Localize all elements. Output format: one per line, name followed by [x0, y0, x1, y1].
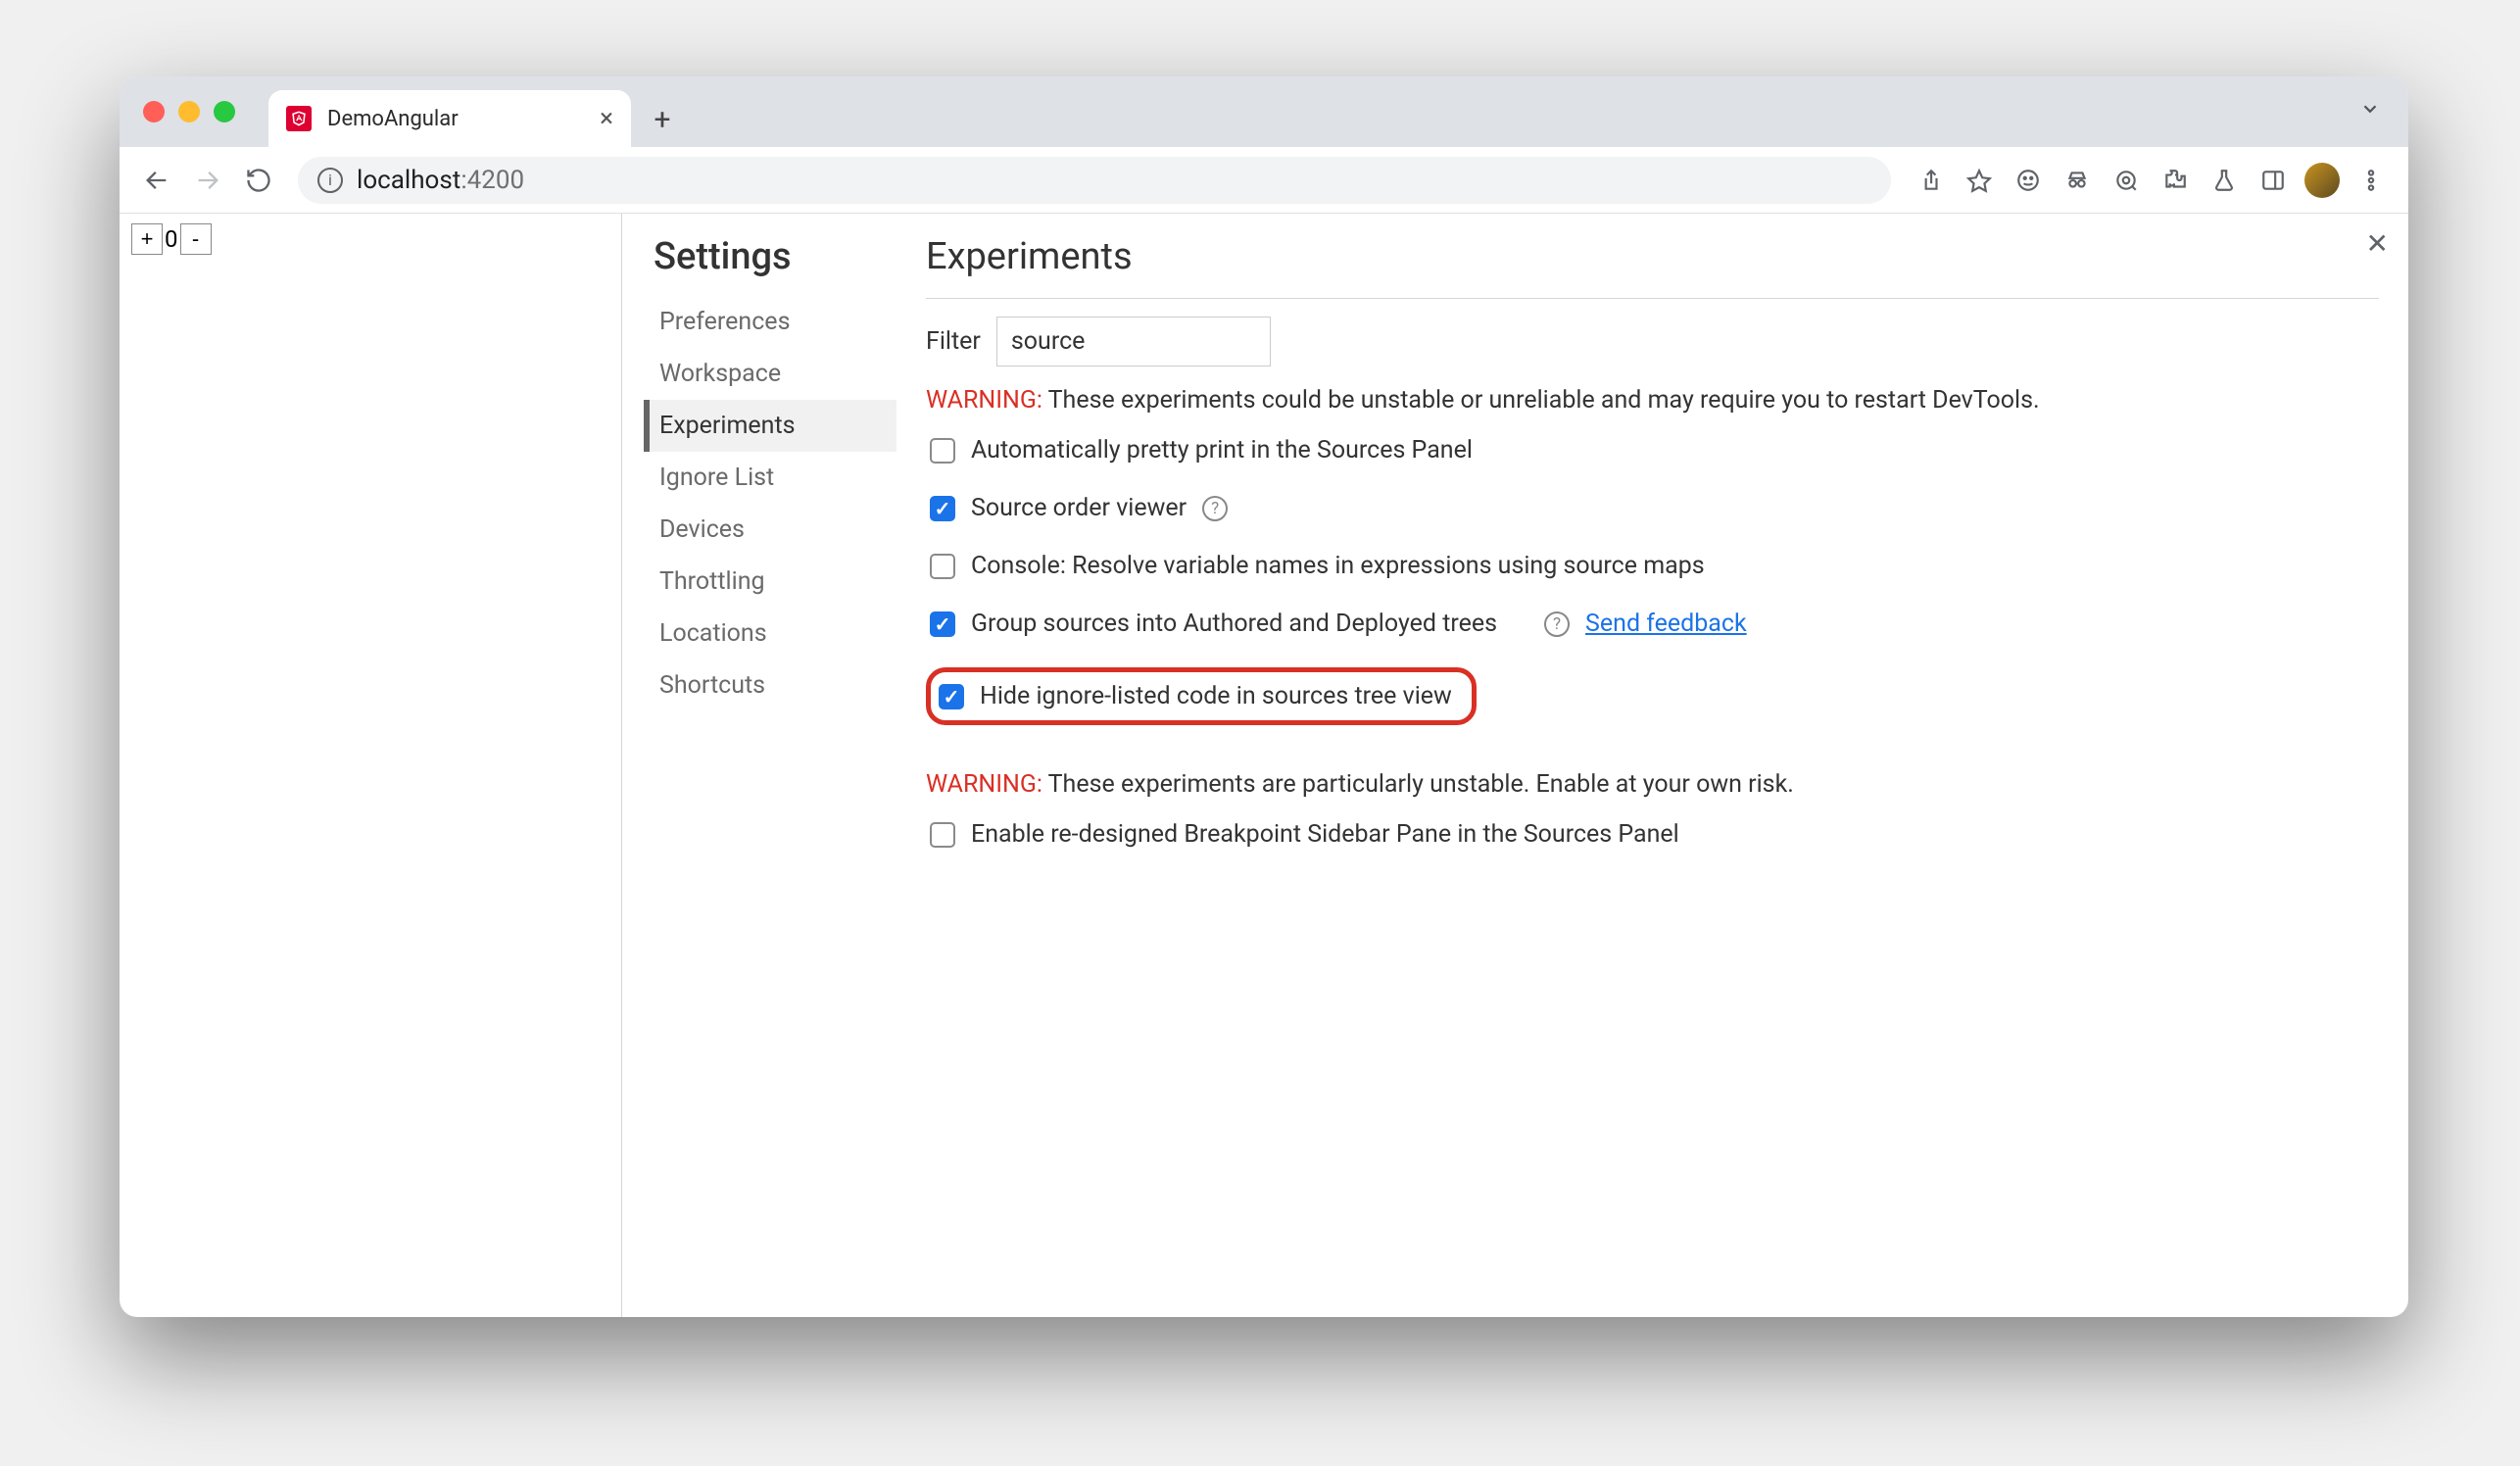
window-zoom-dot[interactable] — [214, 101, 235, 122]
site-info-icon[interactable]: i — [317, 168, 343, 193]
sidebar-item-throttling[interactable]: Throttling — [644, 556, 897, 608]
warning-unstable: WARNING: These experiments could be unst… — [926, 386, 2379, 415]
side-panel-icon[interactable] — [2252, 159, 2295, 202]
extension-incognito-icon[interactable] — [2056, 159, 2099, 202]
experiment-row: Console: Resolve variable names in expre… — [930, 552, 2379, 580]
experiment-row: Automatically pretty print in the Source… — [930, 436, 2379, 464]
experiments-panel: Experiments Filter WARNING: These experi… — [897, 214, 2408, 1317]
highlighted-experiment: Hide ignore-listed code in sources tree … — [926, 667, 1477, 725]
sidebar-item-locations[interactable]: Locations — [644, 608, 897, 660]
warning-risky: WARNING: These experiments are particula… — [926, 770, 2379, 799]
browser-window: DemoAngular × + i localhost:4200 — [120, 76, 2408, 1317]
browser-tab[interactable]: DemoAngular × — [268, 90, 631, 147]
experiment-row: Group sources into Authored and Deployed… — [930, 610, 2379, 638]
tabstrip: DemoAngular × + — [268, 76, 2344, 147]
extension-target-icon[interactable] — [2105, 159, 2148, 202]
experiment-checkbox[interactable] — [930, 496, 955, 521]
new-tab-button[interactable]: + — [643, 100, 682, 139]
close-tab-icon[interactable]: × — [600, 106, 613, 131]
experiment-checkbox[interactable] — [930, 822, 955, 848]
sidebar-item-devices[interactable]: Devices — [644, 504, 897, 556]
tabs-dropdown-icon[interactable] — [2359, 98, 2381, 125]
send-feedback-link[interactable]: Send feedback — [1585, 610, 1747, 638]
counter-value: 0 — [163, 225, 180, 253]
experiment-checkbox[interactable] — [939, 684, 964, 709]
counter-widget: + 0 - — [131, 223, 611, 255]
toolbar: i localhost:4200 — [120, 147, 2408, 214]
experiment-checkbox[interactable] — [930, 554, 955, 579]
decrement-button[interactable]: - — [180, 223, 212, 255]
experiment-label: Console: Resolve variable names in expre… — [971, 552, 1705, 580]
divider — [926, 298, 2379, 299]
close-settings-icon[interactable]: ✕ — [2366, 227, 2389, 260]
filter-input[interactable] — [996, 317, 1271, 366]
extensions-puzzle-icon[interactable] — [2154, 159, 2197, 202]
devtools-settings: ✕ Settings Preferences Workspace Experim… — [622, 214, 2408, 1317]
experiment-checkbox[interactable] — [930, 438, 955, 464]
tab-title: DemoAngular — [327, 107, 584, 131]
panel-heading: Experiments — [926, 235, 2379, 278]
sidebar-item-ignore-list[interactable]: Ignore List — [644, 452, 897, 504]
address-bar[interactable]: i localhost:4200 — [298, 157, 1891, 204]
extension-face-icon[interactable] — [2007, 159, 2050, 202]
angular-icon — [286, 106, 312, 131]
menu-dots-icon[interactable] — [2350, 159, 2393, 202]
reload-button[interactable] — [237, 159, 280, 202]
sidebar-item-workspace[interactable]: Workspace — [644, 348, 897, 400]
experiment-label: Source order viewer — [971, 494, 1187, 522]
experiment-label: Hide ignore-listed code in sources tree … — [980, 682, 1452, 710]
window-minimize-dot[interactable] — [178, 101, 200, 122]
page-pane: + 0 - — [120, 214, 622, 1317]
experiment-label: Enable re-designed Breakpoint Sidebar Pa… — [971, 820, 1679, 849]
window-close-dot[interactable] — [143, 101, 165, 122]
sidebar-item-shortcuts[interactable]: Shortcuts — [644, 660, 897, 711]
toolbar-actions — [1909, 159, 2393, 202]
filter-label: Filter — [926, 327, 981, 356]
content-area: + 0 - ✕ Settings Preferences Workspace E… — [120, 214, 2408, 1317]
labs-flask-icon[interactable] — [2203, 159, 2246, 202]
titlebar: DemoAngular × + — [120, 76, 2408, 147]
sidebar-item-preferences[interactable]: Preferences — [644, 296, 897, 348]
bookmark-star-icon[interactable] — [1958, 159, 2001, 202]
experiment-row: Enable re-designed Breakpoint Sidebar Pa… — [930, 820, 2379, 849]
help-icon[interactable]: ? — [1544, 611, 1570, 637]
url-text: localhost:4200 — [357, 166, 524, 195]
profile-avatar[interactable] — [2301, 159, 2344, 202]
help-icon[interactable]: ? — [1202, 496, 1228, 521]
sidebar-item-experiments[interactable]: Experiments — [644, 400, 897, 452]
experiment-checkbox[interactable] — [930, 611, 955, 637]
experiment-label: Group sources into Authored and Deployed… — [971, 610, 1497, 638]
experiment-row: Source order viewer ? — [930, 494, 2379, 522]
share-icon[interactable] — [1909, 159, 1952, 202]
filter-row: Filter — [926, 317, 2379, 366]
increment-button[interactable]: + — [131, 223, 163, 255]
settings-title: Settings — [644, 235, 897, 278]
forward-button[interactable] — [186, 159, 229, 202]
traffic-lights — [143, 101, 235, 122]
experiment-label: Automatically pretty print in the Source… — [971, 436, 1473, 464]
settings-sidebar: Settings Preferences Workspace Experimen… — [622, 214, 897, 1317]
back-button[interactable] — [135, 159, 178, 202]
